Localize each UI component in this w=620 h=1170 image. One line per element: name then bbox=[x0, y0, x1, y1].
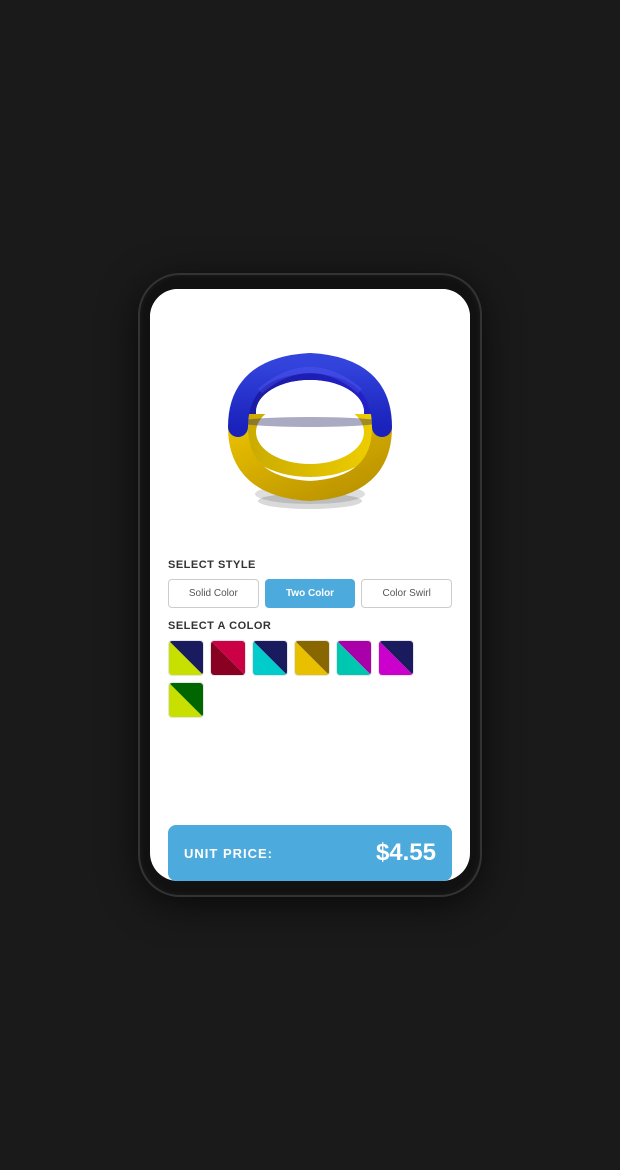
phone-device: SELECT STYLE Solid Color Two Color Color… bbox=[140, 275, 480, 895]
product-image-area bbox=[150, 289, 470, 549]
color-swatch-4[interactable] bbox=[294, 640, 330, 676]
color-swatch-1[interactable] bbox=[168, 640, 204, 676]
phone-screen: SELECT STYLE Solid Color Two Color Color… bbox=[150, 289, 470, 881]
price-bar: UNIT PRICE: $4.55 bbox=[168, 825, 452, 881]
color-swatch-7[interactable] bbox=[168, 682, 204, 718]
color-swatch-2[interactable] bbox=[210, 640, 246, 676]
style-button-swirl[interactable]: Color Swirl bbox=[361, 579, 452, 608]
content-area: SELECT STYLE Solid Color Two Color Color… bbox=[150, 549, 470, 881]
select-style-label: SELECT STYLE bbox=[168, 559, 452, 571]
price-label: UNIT PRICE: bbox=[184, 846, 273, 861]
style-button-solid[interactable]: Solid Color bbox=[168, 579, 259, 608]
color-swatches-group bbox=[168, 640, 452, 718]
price-value: $4.55 bbox=[376, 839, 436, 867]
color-swatch-5[interactable] bbox=[336, 640, 372, 676]
product-bracelet bbox=[210, 319, 410, 529]
style-button-two[interactable]: Two Color bbox=[265, 579, 356, 608]
color-swatch-3[interactable] bbox=[252, 640, 288, 676]
color-swatch-6[interactable] bbox=[378, 640, 414, 676]
style-buttons-group: Solid Color Two Color Color Swirl bbox=[168, 579, 452, 608]
select-color-label: SELECT A COLOR bbox=[168, 620, 452, 632]
